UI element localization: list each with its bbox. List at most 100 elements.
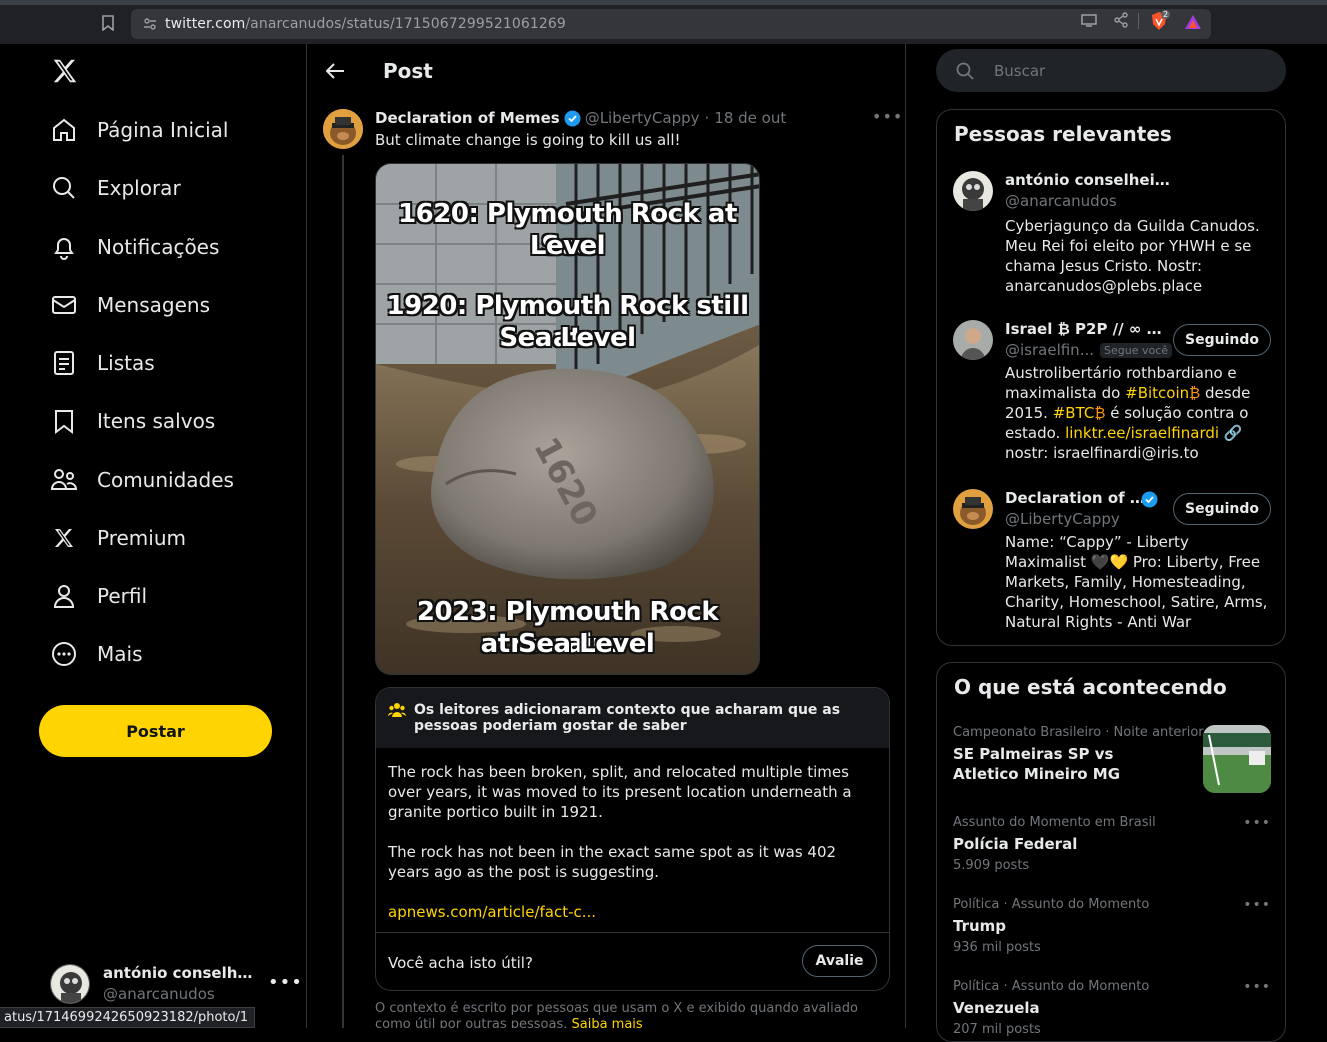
nav-label: Mensagens <box>97 293 211 317</box>
tweet-date[interactable]: 18 de out <box>714 109 786 127</box>
communities-icon <box>50 466 78 494</box>
more-icon[interactable]: ••• <box>1243 897 1271 913</box>
trend-title: Polícia Federal <box>953 835 1078 853</box>
person-bio: Austrolibertário rothbardiano e maximali… <box>1005 364 1251 462</box>
verified-badge-icon <box>1141 491 1158 508</box>
trend-item[interactable]: Campeonato Brasileiro · Noite anterior S… <box>953 725 1271 793</box>
rate-button[interactable]: Avalie <box>802 945 877 977</box>
brave-rewards-icon[interactable] <box>1184 14 1202 30</box>
tweet-image[interactable]: 1620: Plymouth Rock at Sea Level 1920: P… <box>375 163 760 675</box>
panel-title: Pessoas relevantes <box>954 122 1172 146</box>
more-icon[interactable]: ••• <box>1243 815 1271 831</box>
meme-line: at Sea Level <box>480 629 655 659</box>
note-paragraph: The rock has been broken, split, and rel… <box>388 763 852 821</box>
avatar <box>953 489 993 529</box>
account-switcher[interactable]: antónio conselheiro @anarcanudos ••• <box>50 962 303 1006</box>
avatar <box>953 320 993 360</box>
account-handle: @anarcanudos <box>103 985 215 1003</box>
nav-messages[interactable]: Mensagens <box>50 285 210 325</box>
meme-line: Sea Level <box>499 323 636 353</box>
nav-premium[interactable]: Premium <box>50 518 186 558</box>
nav-label: Listas <box>97 351 155 375</box>
community-note: Os leitores adicionaram contexto que ach… <box>375 687 890 991</box>
search-placeholder: Buscar <box>994 61 1046 80</box>
more-icon[interactable]: ••• <box>872 107 903 126</box>
trend-item[interactable]: Assunto do Momento em Brasil Polícia Fed… <box>953 815 1271 873</box>
hashtag-link: #BTC <box>1052 404 1095 422</box>
more-icon[interactable]: ••• <box>1243 979 1271 995</box>
brave-shields-icon[interactable]: 2 <box>1150 10 1174 33</box>
site-info-icon[interactable] <box>143 17 157 31</box>
person-bio: Cyberjagunço da Guilda Canudos. Meu Rei … <box>1005 217 1260 295</box>
nav-label: Explorar <box>97 176 181 200</box>
nav-label: Página Inicial <box>97 118 229 142</box>
list-icon <box>50 349 78 377</box>
following-button[interactable]: Seguindo <box>1173 324 1271 356</box>
home-icon <box>50 116 78 144</box>
search-icon <box>50 174 78 202</box>
search-input[interactable]: Buscar <box>936 49 1286 92</box>
cast-icon[interactable] <box>1080 11 1098 29</box>
trend-context: Assunto do Momento em Brasil <box>953 815 1156 830</box>
avatar <box>50 964 90 1004</box>
bitcoin-icon: ₿ <box>1189 384 1201 402</box>
note-header-text: Os leitores adicionaram contexto que ach… <box>414 702 841 734</box>
account-name: antónio conselheiro <box>103 964 253 982</box>
post-button[interactable]: Postar <box>39 705 272 757</box>
nav-label: Notificações <box>97 235 220 259</box>
author-handle[interactable]: @LibertyCappy <box>585 109 700 127</box>
note-body: The rock has been broken, split, and rel… <box>376 748 889 936</box>
trend-thumbnail <box>1203 725 1271 793</box>
search-icon <box>956 62 974 80</box>
trend-item[interactable]: Política · Assunto do Momento Venezuela … <box>953 979 1271 1037</box>
url-text[interactable]: twitter.com/anarcanudos/status/171506729… <box>165 16 566 32</box>
verified-badge-icon <box>564 110 581 126</box>
person-name: Declaration of M... <box>1005 489 1155 507</box>
avatar[interactable] <box>323 109 363 149</box>
person-handle: @LibertyCappy <box>1005 510 1120 528</box>
share-icon[interactable] <box>1112 11 1130 29</box>
nav-explore[interactable]: Explorar <box>50 168 181 208</box>
person-handle: @anarcanudos <box>1005 192 1117 210</box>
nav-profile[interactable]: Perfil <box>50 576 147 616</box>
back-arrow-icon[interactable] <box>324 60 346 82</box>
nav-label: Perfil <box>97 584 148 608</box>
bio-link: linktr.ee/israelfinardi <box>1065 424 1220 442</box>
more-circle-icon <box>50 640 78 668</box>
bell-icon <box>50 233 78 261</box>
trend-count: 5.909 posts <box>953 858 1030 873</box>
main-column: Post Declaration of Memes @LibertyCappy … <box>306 44 906 1028</box>
nav-lists[interactable]: Listas <box>50 343 155 383</box>
page-title: Post <box>383 58 433 83</box>
nav-more[interactable]: Mais <box>50 634 143 674</box>
person-handle: @israelfin... Segue você <box>1005 341 1173 359</box>
nav-communities[interactable]: Comunidades <box>50 460 234 500</box>
following-button[interactable]: Seguindo <box>1173 493 1271 525</box>
bookmark-page-icon[interactable] <box>101 15 115 31</box>
bitcoin-icon: ₿ <box>1094 404 1106 422</box>
separator: · <box>704 109 710 127</box>
meme-line: Level <box>529 231 606 261</box>
person-name: Israel ₿ P2P // ∞ ÷ 2... <box>1005 320 1170 338</box>
note-source-link[interactable]: apnews.com/article/fact-c... <box>388 902 877 922</box>
nav-bookmarks[interactable]: Itens salvos <box>50 401 215 441</box>
more-icon[interactable]: ••• <box>268 972 303 993</box>
person-icon <box>50 582 78 610</box>
nav-label: Itens salvos <box>97 409 216 433</box>
thread-line <box>342 155 344 1028</box>
tweet-header: Declaration of Memes @LibertyCappy · 18 … <box>375 109 786 127</box>
bookmark-icon <box>50 407 78 435</box>
nav-label: Comunidades <box>97 468 234 492</box>
nav-notifications[interactable]: Notificações <box>50 227 219 267</box>
relevant-people-panel: Pessoas relevantes antónio conselheiro @… <box>936 109 1286 646</box>
trends-panel: O que está acontecendo Campeonato Brasil… <box>936 662 1286 1042</box>
learn-more-link[interactable]: Saiba mais <box>572 1017 643 1028</box>
link-icon: 🔗 <box>1223 424 1243 442</box>
nav-home[interactable]: Página Inicial <box>50 110 228 150</box>
note-paragraph: The rock has not been in the exact same … <box>388 843 837 881</box>
trend-item[interactable]: Política · Assunto do Momento Trump 936 … <box>953 897 1271 955</box>
address-bar[interactable]: twitter.com/anarcanudos/status/171506729… <box>131 9 1211 39</box>
note-rating-row: Você acha isto útil? Avalie <box>376 932 889 990</box>
x-logo-icon[interactable] <box>50 56 80 86</box>
author-name[interactable]: Declaration of Memes <box>375 109 560 127</box>
